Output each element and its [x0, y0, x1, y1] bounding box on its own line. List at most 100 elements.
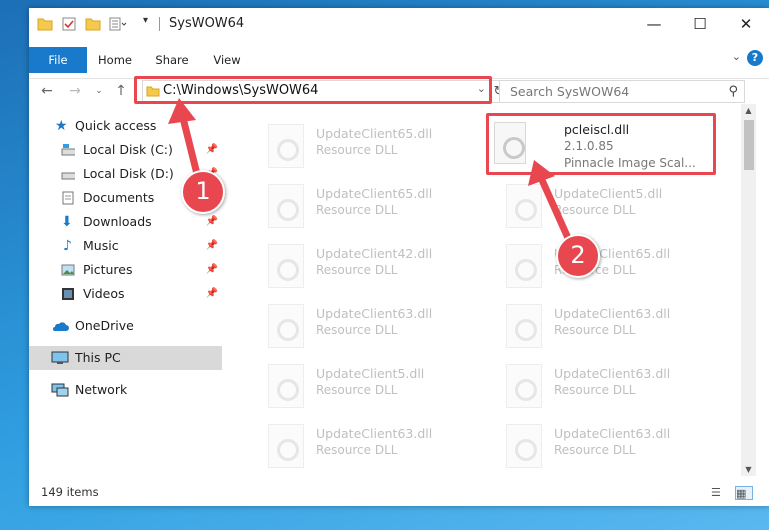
music-note-icon: ♪	[63, 238, 72, 254]
file-description: Resource DLL	[316, 203, 398, 217]
pin-icon: 📌	[205, 144, 218, 155]
file-item[interactable]: UpdateClient65.dll Resource DLL	[484, 236, 714, 292]
file-item[interactable]: UpdateClient63.dll Resource DLL	[484, 416, 714, 472]
file-item[interactable]: UpdateClient5.dll Resource DLL	[246, 356, 476, 412]
large-icons-view-icon[interactable]: ▦	[735, 486, 753, 500]
dll-file-icon	[268, 304, 304, 348]
file-item[interactable]: UpdateClient65.dll Resource DLL	[246, 176, 476, 232]
sidebar-item-local-disk-c[interactable]: Local Disk (C:) 📌	[29, 138, 222, 162]
file-description: Resource DLL	[316, 443, 398, 457]
file-description: Resource DLL	[554, 443, 636, 457]
file-description: Resource DLL	[316, 263, 398, 277]
sidebar-item-downloads[interactable]: ⬇ Downloads 📌	[29, 210, 222, 234]
file-description: Resource DLL	[554, 203, 636, 217]
sidebar-item-label: Pictures	[83, 262, 133, 277]
network-icon	[51, 383, 69, 397]
window-title: SysWOW64	[169, 16, 245, 31]
search-input[interactable]: Search SysWOW64	[510, 84, 629, 99]
search-icon: ⚲	[728, 84, 738, 99]
pin-icon: 📌	[205, 240, 218, 251]
sidebar-item-network[interactable]: Network	[29, 378, 222, 402]
title-bar: ▾ SysWOW64 — ☐ ✕	[29, 8, 769, 40]
file-description: Resource DLL	[316, 383, 398, 397]
sidebar-item-quick-access[interactable]: ★ Quick access	[29, 114, 222, 138]
file-name: UpdateClient63.dll	[316, 426, 433, 441]
close-button[interactable]: ✕	[723, 8, 769, 40]
scroll-up-icon[interactable]: ▲	[741, 106, 756, 115]
sidebar-item-this-pc[interactable]: This PC	[29, 346, 222, 370]
address-highlight-box	[134, 76, 492, 104]
star-icon: ★	[55, 118, 68, 134]
dll-file-icon	[268, 244, 304, 288]
file-name: UpdateClient63.dll	[316, 306, 433, 321]
sidebar-item-label: This PC	[75, 350, 121, 365]
sidebar-item-label: Local Disk (D:)	[83, 166, 174, 181]
sidebar-item-label: OneDrive	[75, 318, 134, 333]
download-arrow-icon: ⬇	[61, 214, 73, 230]
pin-icon: 📌	[205, 216, 218, 227]
pictures-icon	[61, 264, 75, 276]
file-item[interactable]: UpdateClient63.dll Resource DLL	[246, 416, 476, 472]
scroll-down-icon[interactable]: ▼	[741, 465, 756, 474]
up-arrow-icon[interactable]: ↑	[111, 80, 131, 102]
file-description: Resource DLL	[316, 323, 398, 337]
dll-file-icon	[268, 184, 304, 228]
sidebar-item-pictures[interactable]: Pictures 📌	[29, 258, 222, 282]
tab-view[interactable]: View	[205, 48, 249, 72]
file-name: UpdateClient65.dll	[316, 126, 433, 141]
sidebar-item-label: Network	[75, 382, 128, 397]
dll-file-icon	[268, 364, 304, 408]
dll-file-icon	[506, 304, 542, 348]
pin-icon: 📌	[205, 264, 218, 275]
sidebar-item-label: Local Disk (C:)	[83, 142, 173, 157]
file-description: Resource DLL	[554, 323, 636, 337]
minimize-button[interactable]: —	[631, 8, 677, 40]
file-name: UpdateClient65.dll	[316, 186, 433, 201]
step-badge-1: 1	[181, 170, 225, 214]
tab-file[interactable]: File	[29, 47, 87, 73]
details-view-icon[interactable]: ☰	[711, 486, 727, 499]
pin-icon: 📌	[205, 288, 218, 299]
forward-arrow-icon[interactable]: →	[65, 80, 85, 102]
file-name: UpdateClient5.dll	[316, 366, 425, 381]
file-item[interactable]: UpdateClient5.dll Resource DLL	[484, 176, 714, 232]
computer-icon	[51, 351, 69, 364]
customize-toolbar-icon[interactable]	[109, 16, 127, 32]
file-highlight-box	[486, 113, 716, 175]
dll-file-icon	[506, 244, 542, 288]
file-item[interactable]: UpdateClient63.dll Resource DLL	[484, 356, 714, 412]
sidebar-item-onedrive[interactable]: OneDrive	[29, 314, 222, 338]
status-bar: 149 items ☰ ▦	[29, 478, 769, 506]
file-item[interactable]: UpdateClient42.dll Resource DLL	[246, 236, 476, 292]
file-item[interactable]: UpdateClient63.dll Resource DLL	[246, 296, 476, 352]
sidebar-item-music[interactable]: ♪ Music 📌	[29, 234, 222, 258]
expand-ribbon-icon[interactable]: ⌄	[732, 50, 741, 63]
sidebar-item-label: Downloads	[83, 214, 152, 229]
folder-icon	[37, 18, 53, 31]
file-item[interactable]: UpdateClient65.dll Resource DLL	[246, 116, 476, 172]
file-item[interactable]: UpdateClient63.dll Resource DLL	[484, 296, 714, 352]
file-description: Resource DLL	[554, 383, 636, 397]
properties-icon[interactable]	[61, 16, 77, 32]
file-name: UpdateClient42.dll	[316, 246, 433, 261]
back-arrow-icon[interactable]: ←	[37, 80, 57, 102]
scroll-thumb[interactable]	[744, 120, 754, 170]
file-name: UpdateClient63.dll	[554, 426, 671, 441]
tab-share[interactable]: Share	[149, 48, 195, 72]
sidebar-item-label: Videos	[83, 286, 125, 301]
help-icon[interactable]: ?	[747, 50, 763, 66]
new-folder-icon[interactable]	[85, 16, 101, 32]
search-box[interactable]: Search SysWOW64 ⚲	[499, 80, 745, 103]
sidebar-item-videos[interactable]: Videos 📌	[29, 282, 222, 306]
cloud-icon	[53, 322, 69, 331]
qa-dropdown-icon[interactable]: ▾	[143, 15, 148, 31]
file-description: Resource DLL	[316, 143, 398, 157]
drive-icon	[61, 172, 75, 180]
recent-locations-icon[interactable]: ⌄	[89, 80, 109, 102]
tab-home[interactable]: Home	[91, 48, 139, 72]
maximize-button[interactable]: ☐	[677, 8, 723, 40]
navigation-pane: ★ Quick access Local Disk (C:) 📌 Local D…	[29, 108, 222, 478]
vertical-scrollbar[interactable]: ▲ ▼	[741, 104, 756, 476]
item-count: 149 items	[41, 485, 99, 499]
sidebar-item-label: Music	[83, 238, 119, 253]
